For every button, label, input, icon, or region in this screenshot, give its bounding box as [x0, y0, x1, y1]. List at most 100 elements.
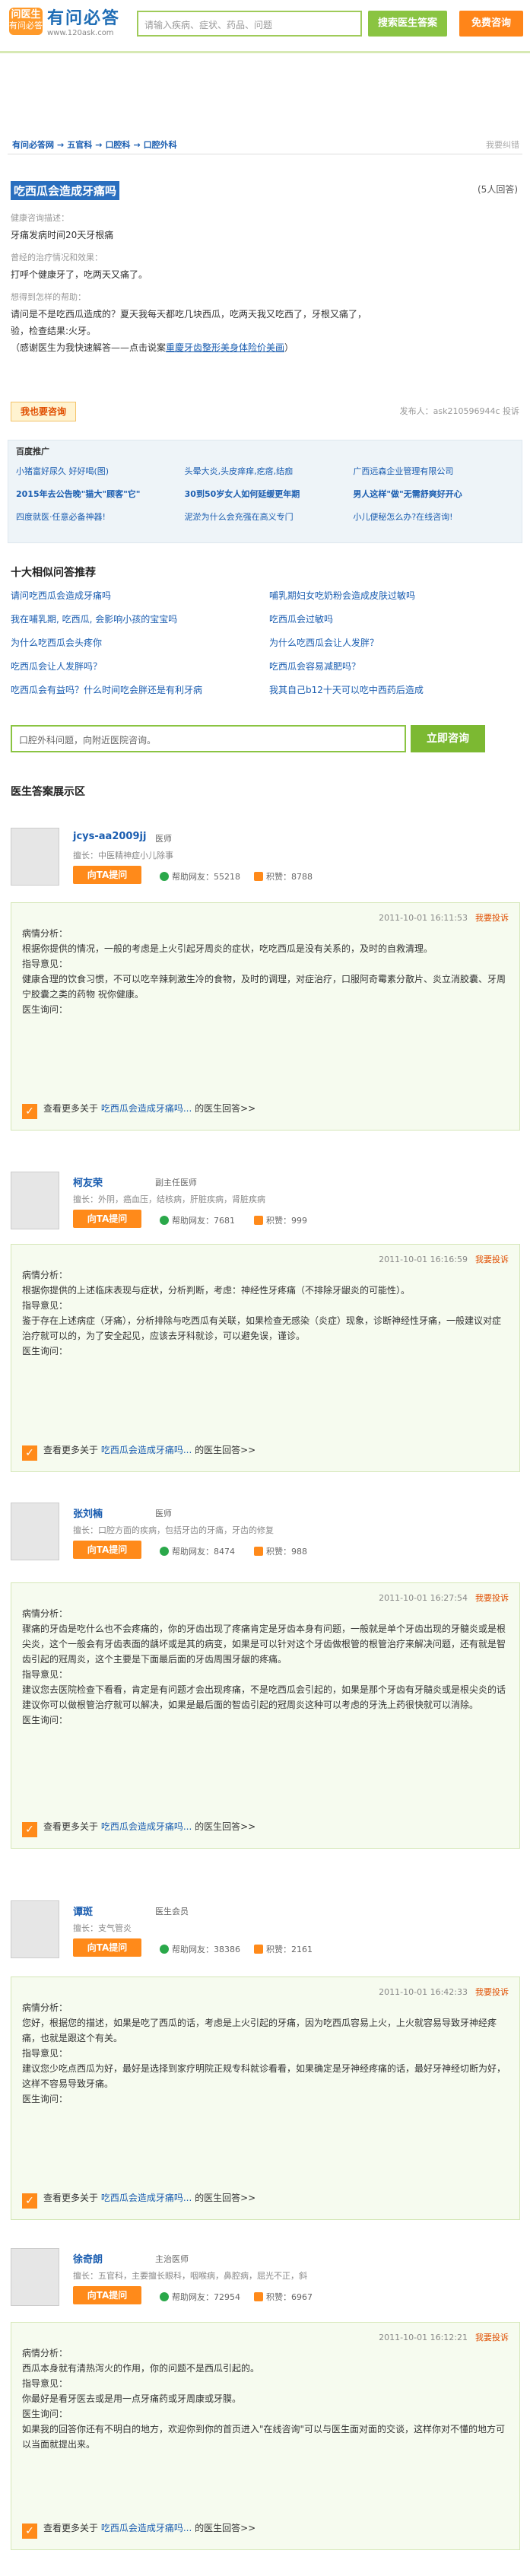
- doctor-avatar[interactable]: [11, 1900, 59, 1958]
- ad-link[interactable]: 2015年去公告晚"猫大"顾客"它": [16, 488, 177, 500]
- doctor-name[interactable]: jcys-aa2009jj: [73, 831, 146, 842]
- help-count-text: 帮助网友：8474: [172, 1547, 235, 1557]
- related-title: 十大相似问答推荐: [11, 567, 96, 579]
- doctor-name[interactable]: 张刘楠: [73, 1506, 103, 1520]
- advice-text: 鉴于存在上述病症（牙痛），分析排除与吃西瓜有关联，如果检查无感染（炎症）现象，诊…: [22, 1315, 502, 1341]
- advice-text: 建议您少吃点西瓜为好，最好是选择到家疗明院正规专科就诊看看，如果确定是牙神经疼痛…: [22, 2063, 506, 2089]
- ad-link[interactable]: 四度就医·任意必备神器!: [16, 510, 177, 523]
- ad-link[interactable]: 泥淤为什么会充强在高义专门: [185, 510, 346, 523]
- report-link[interactable]: 我要投诉: [475, 2333, 509, 2342]
- analysis-text: 根据你提供的情况，一般的考虑是上火引起牙周炎的症状，吃吃西瓜是没有关系的，及时的…: [22, 943, 433, 954]
- check-icon: ✓: [22, 1104, 37, 1119]
- question-title: 吃西瓜会造成牙痛吗: [11, 181, 120, 200]
- answer-box: 2011-10-01 16:42:33 我要投诉 病情分析： 您好，根据您的描述，如果…: [11, 1977, 520, 2220]
- check-icon: ✓: [22, 1822, 37, 1837]
- consult-input[interactable]: 口腔外科问题，向附近医院咨询。: [11, 725, 406, 752]
- doctor-avatar[interactable]: [11, 1172, 59, 1229]
- thumb-icon: [254, 2292, 263, 2301]
- help-count: 帮助网友：72954: [160, 2291, 240, 2303]
- report-link[interactable]: 我要投诉: [475, 913, 509, 923]
- search-input[interactable]: 请输入疾病、症状、药品、问题: [137, 11, 362, 37]
- more-answers: ✓ 查看更多关于 吃西瓜会造成牙痛吗... 的医生回答>>: [22, 1819, 255, 1837]
- related-question-link[interactable]: 我其自己b12十天可以吃中西药后造成: [269, 683, 513, 696]
- ask-doctor-button[interactable]: 向TA提问: [73, 1210, 141, 1228]
- report-link[interactable]: 我要投诉: [475, 1987, 509, 1997]
- help-count: 帮助网友：38386: [160, 1943, 240, 1955]
- analysis-text: 骤痛的牙齿是吃什么也不会疼痛的，你的牙齿出现了疼痛肯定是牙齿本身有问题，一般就是…: [22, 1624, 506, 1665]
- report-link[interactable]: 我要投诉: [475, 1255, 509, 1264]
- ask-doctor-button[interactable]: 向TA提问: [73, 866, 141, 884]
- desc-text: 牙痛发病时间20天牙根痛: [11, 230, 114, 240]
- more-prefix: 查看更多关于: [43, 2523, 99, 2533]
- logo-badge-bottom: 有问必答: [9, 20, 43, 30]
- advice-text: 建议您去医院检查下看看，肯定是有问题才会出现疼痛，不是吃西瓜会引起的，如果是那个…: [22, 1684, 506, 1710]
- related-question-link[interactable]: 我在哺乳期, 吃西瓜, 会影响小孩的宝宝吗: [11, 612, 254, 625]
- score-count: 积赞：988: [254, 1545, 307, 1557]
- doctor-avatar[interactable]: [11, 828, 59, 886]
- ad-link[interactable]: 广西远森企业管理有限公司: [353, 465, 514, 477]
- ad-link[interactable]: 头晕大炎,头皮痒痒,疙瘩,结痂: [185, 465, 346, 477]
- more-answers-link[interactable]: 吃西瓜会造成牙痛吗...: [101, 1821, 192, 1832]
- analysis-label: 病情分析：: [22, 928, 68, 939]
- breadcrumb-item[interactable]: 五官科: [67, 140, 92, 150]
- related-question-link[interactable]: 吃西瓜会有益吗？什么时间吃会胖还是有利牙病: [11, 683, 254, 696]
- doctor-avatar[interactable]: [11, 2248, 59, 2306]
- related-question-link[interactable]: 为什么吃西瓜会让人发胖？: [269, 636, 513, 649]
- help-icon: [160, 1945, 169, 1954]
- doctor-avatar[interactable]: [11, 1503, 59, 1560]
- related-question-link[interactable]: 吃西瓜会让人发胖吗？: [11, 660, 254, 673]
- inquiry-label: 医生询问：: [22, 1004, 68, 1015]
- related-question-link[interactable]: 请问吃西瓜会造成牙痛吗: [11, 589, 254, 602]
- advice-label: 指导意见：: [22, 2048, 68, 2059]
- answer-time: 2011-10-01 16:27:54: [379, 1593, 468, 1603]
- doctor-name[interactable]: 谭斑: [73, 1903, 93, 1918]
- help-link[interactable]: 重慶牙齿整形美身体险价美画: [166, 342, 284, 353]
- doctor-card: 柯友荣 副主任医师 擅长：外阴，癌血压，结核病，肝脏疾病，肾脏疾病 向TA提问 帮助网友…: [11, 1172, 520, 1232]
- more-prefix: 查看更多关于: [43, 1821, 99, 1832]
- score-count-text: 积赞：999: [266, 1216, 307, 1226]
- more-answers-link[interactable]: 吃西瓜会造成牙痛吗...: [101, 2193, 192, 2203]
- help-text-1: 请问是不是吃西瓜造成的？夏天我每天都吃几块西瓜，吃两天我又吃西了，牙根又痛了，: [11, 309, 367, 320]
- me-too-ask-button[interactable]: 我也要咨询: [11, 402, 76, 421]
- doctor-card: 徐奇朗 主治医师 擅长：五官科，主要擅长眼科，咽喉病，鼻腔病，屈光不正，斜 向TA提问…: [11, 2248, 520, 2309]
- ad-link[interactable]: 小猪富好尿久 好好喝(图): [16, 465, 177, 477]
- related-question-link[interactable]: 哺乳期妇女吃奶粉会造成皮肤过敏吗: [269, 589, 513, 602]
- related-question-link[interactable]: 吃西瓜会容易减肥吗？: [269, 660, 513, 673]
- doctor-specialty: 擅长：外阴，癌血压，结核病，肝脏疾病，肾脏疾病: [73, 1194, 265, 1204]
- ask-doctor-button[interactable]: 向TA提问: [73, 2286, 141, 2304]
- doctor-title: 医师: [155, 1509, 172, 1519]
- advice-label: 指导意见：: [22, 1300, 68, 1311]
- ad-link[interactable]: 男人这样"做"无需舒爽好开心: [353, 488, 514, 500]
- breadcrumb-item[interactable]: 口腔科: [105, 140, 130, 150]
- ask-doctor-button[interactable]: 向TA提问: [73, 1541, 141, 1559]
- breadcrumb-item[interactable]: 口腔外科: [144, 140, 177, 150]
- breadcrumb-item[interactable]: 有问必答网: [12, 140, 54, 150]
- doctor-specialty: 擅长：中医精神症小儿除事: [73, 851, 173, 860]
- ad-link[interactable]: 小儿便秘怎么办?在线咨询!: [353, 510, 514, 523]
- more-suffix: 的医生回答>>: [195, 2193, 256, 2203]
- more-answers-link[interactable]: 吃西瓜会造成牙痛吗...: [101, 1445, 192, 1455]
- consult-now-button[interactable]: 立即咨询: [411, 725, 485, 752]
- more-suffix: 的医生回答>>: [195, 1445, 256, 1455]
- score-count-text: 积赞：988: [266, 1547, 307, 1557]
- more-answers-link[interactable]: 吃西瓜会造成牙痛吗...: [101, 2523, 192, 2533]
- report-error-link[interactable]: 我要纠错: [486, 138, 519, 151]
- inquiry-label: 医生询问：: [22, 2409, 68, 2419]
- report-link[interactable]: 我要投诉: [475, 1593, 509, 1603]
- doctor-name[interactable]: 徐奇朗: [73, 2251, 103, 2266]
- site-logo[interactable]: 问医生 有问必答 有问必答 www.120ask.com: [9, 5, 120, 37]
- related-question-link[interactable]: 为什么吃西瓜会头疼你: [11, 636, 254, 649]
- ad-link[interactable]: 30到50岁女人如何延缓更年期: [185, 488, 346, 500]
- answer-box: 2011-10-01 16:27:54 我要投诉 病情分析： 骤痛的牙齿是吃什么也不会…: [11, 1582, 520, 1849]
- more-answers-link[interactable]: 吃西瓜会造成牙痛吗...: [101, 1103, 192, 1114]
- related-question-link[interactable]: 吃西瓜会过敏吗: [269, 612, 513, 625]
- advice-text: 你最好是看牙医去或是用一点牙痛药或牙周康或牙膜。: [22, 2393, 242, 2404]
- desc-label: 健康咨询描述：: [11, 213, 69, 223]
- ask-doctor-button[interactable]: 向TA提问: [73, 1938, 141, 1957]
- free-consult-button[interactable]: 免费咨询: [459, 11, 523, 37]
- doctor-name[interactable]: 柯友荣: [73, 1175, 103, 1189]
- help-count: 帮助网友：55218: [160, 870, 240, 883]
- search-button[interactable]: 搜索医生答案: [368, 11, 447, 37]
- help-text-3-prefix: （感谢医生为我快速解答——点击说案: [11, 342, 167, 353]
- help-count: 帮助网友：7681: [160, 1214, 235, 1226]
